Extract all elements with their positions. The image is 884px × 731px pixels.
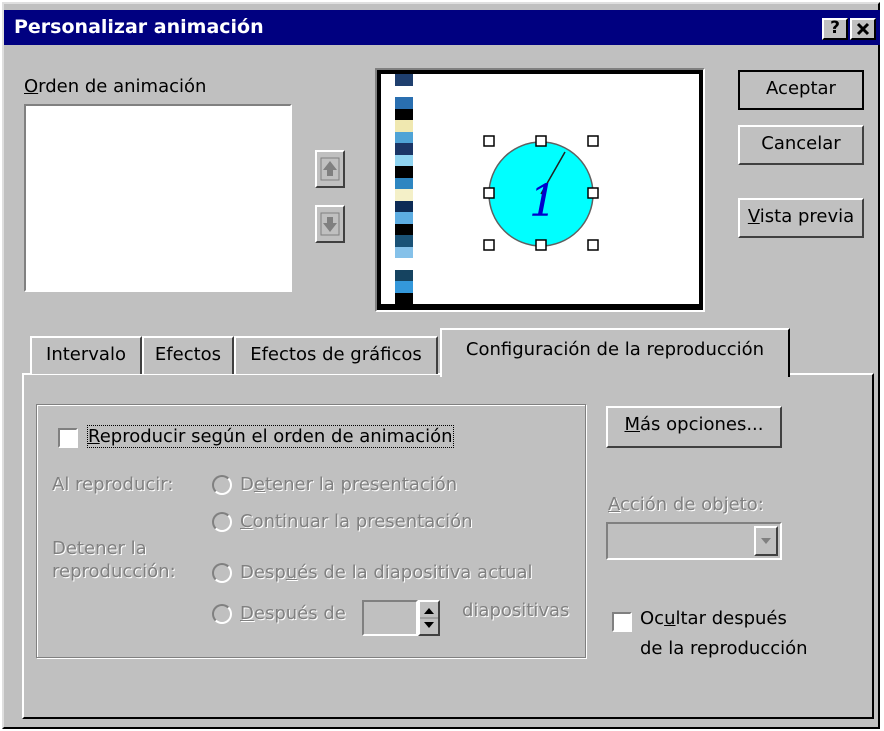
animation-order-label: Orden de animación [24, 76, 207, 97]
after-current-slide-label[interactable]: Después de la diapositiva actual [240, 562, 532, 583]
arrow-up-icon [320, 157, 340, 181]
pause-presentation-radio[interactable] [212, 475, 232, 495]
object-action-select[interactable] [606, 522, 782, 560]
stripe-segment [395, 235, 413, 247]
move-down-button[interactable] [315, 205, 345, 243]
close-button[interactable] [850, 18, 876, 40]
more-options-button[interactable]: Más opciones... [606, 406, 782, 448]
window-title: Personalizar animación [14, 16, 264, 38]
play-in-order-label[interactable]: Reproducir según el orden de animación [87, 425, 454, 448]
preview-button[interactable]: Vista previa [738, 198, 864, 238]
stripe-segment [395, 97, 413, 109]
dropdown-button[interactable] [754, 526, 778, 556]
chevron-down-icon [761, 538, 771, 544]
help-button[interactable]: ? [822, 18, 848, 40]
stripe-segment [395, 74, 413, 86]
tab-efectos[interactable]: Efectos [142, 336, 234, 374]
stripe-segment [395, 223, 413, 236]
hide-after-play-label[interactable]: Ocultar después [640, 608, 787, 629]
stripe-segment [395, 212, 413, 224]
stripe-segment [395, 166, 413, 178]
stripe-segment [395, 108, 413, 121]
tab-efectos-graficos[interactable]: Efectos de gráficos [234, 336, 438, 374]
tab-intervalo[interactable]: Intervalo [30, 336, 142, 374]
after-n-slides-radio[interactable] [212, 604, 232, 624]
slide-preview: 1 [375, 68, 705, 312]
stripe-segment [395, 120, 413, 132]
continue-presentation-radio[interactable] [212, 512, 232, 532]
after-current-slide-radio[interactable] [212, 563, 232, 583]
object-action-label: Acción de objeto: [608, 494, 764, 515]
slides-count-spinner[interactable] [418, 600, 440, 636]
hide-after-play-label-line2: de la reproducción [640, 638, 808, 659]
stripe-segment [395, 292, 413, 305]
accept-button[interactable]: Aceptar [738, 70, 864, 110]
stop-playing-label-line2: reproducción: [52, 561, 176, 582]
animation-order-list[interactable] [24, 104, 292, 292]
on-play-label: Al reproducir: [52, 474, 174, 495]
after-n-slides-label[interactable]: Después de [240, 603, 346, 624]
stripe-segment [395, 143, 413, 155]
hide-after-play-checkbox[interactable] [612, 612, 632, 632]
play-in-order-checkbox[interactable] [58, 428, 78, 448]
stripe-segment [395, 131, 413, 144]
stripe-segment [395, 281, 413, 293]
stripe-segment [395, 177, 413, 190]
stripe-segment [395, 85, 413, 98]
tab-configuracion-reproduccion[interactable]: Configuración de la reproducción [440, 328, 790, 377]
stop-playing-label-line1: Detener la [52, 538, 147, 559]
arrow-down-icon [320, 212, 340, 236]
stripe-segment [395, 246, 413, 259]
cancel-button[interactable]: Cancelar [738, 125, 864, 165]
continue-presentation-label[interactable]: Continuar la presentación [240, 511, 473, 532]
close-icon [856, 22, 870, 36]
stripe-segment [395, 258, 413, 270]
clock-icon: 1 [483, 135, 599, 251]
stripe-segment [395, 200, 413, 213]
move-up-button[interactable] [315, 150, 345, 188]
slides-count-input[interactable] [362, 600, 418, 636]
svg-text:1: 1 [529, 176, 557, 227]
stripe-segment [395, 154, 413, 167]
spinner-arrows-icon [420, 608, 438, 628]
title-bar[interactable]: Personalizar animación ? [4, 10, 880, 45]
stripe-segment [395, 189, 413, 201]
slides-label: diapositivas [462, 600, 570, 621]
stripe-segment [395, 269, 413, 282]
slide-decorative-stripe [395, 74, 413, 305]
pause-presentation-label[interactable]: Detener la presentación [240, 474, 457, 495]
